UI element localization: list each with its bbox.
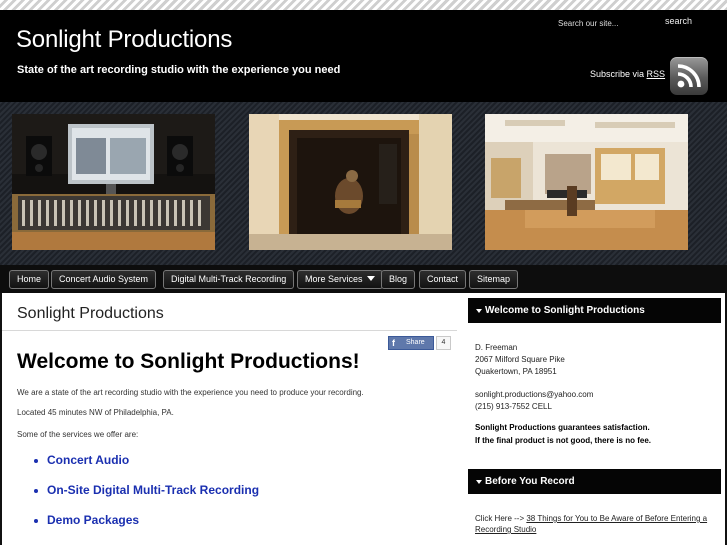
contact-name: D. Freeman [475,343,518,352]
nav-more-services[interactable]: More Services [297,270,383,289]
services-intro: Some of the services we offer are: [17,430,139,439]
triangle-down-icon [476,480,482,484]
page-title: Sonlight Productions [17,305,164,322]
nav-blog[interactable]: Blog [381,270,416,289]
photo-vocal-booth [249,114,452,250]
service-link-concert-audio[interactable]: Concert Audio [32,453,259,483]
nav-contact[interactable]: Contact [419,270,467,289]
guarantee-line-2: If the final product is not good, there … [475,436,652,445]
contact-phone: (215) 913-7552 CELL [475,402,552,411]
photo-live-room [485,114,688,250]
share-label: Share [406,339,425,346]
sidebar-heading-before-you-record[interactable]: Before You Record [468,469,721,494]
photo-banner [0,102,727,265]
service-link-on-site-recording[interactable]: On-Site Digital Multi-Track Recording [32,483,259,513]
subscribe-prefix: Subscribe via [590,69,645,79]
facebook-share[interactable]: f Share 4 [388,336,451,350]
triangle-down-icon [476,309,482,313]
main-nav: Home Concert Audio System Digital Multi-… [0,265,727,293]
contact-email[interactable]: sonlight.productions@yahoo.com [475,389,593,400]
nav-digital-multi-track-recording[interactable]: Digital Multi-Track Recording [163,270,295,289]
content-area: Sonlight Productions f Share 4 Welcome t… [2,293,725,545]
photo-control-room [12,114,215,250]
facebook-share-button[interactable]: f Share [388,336,434,350]
rss-icon[interactable] [670,57,708,95]
sidebar-heading-before-label: Before You Record [485,476,575,487]
facebook-icon: f [392,338,395,348]
intro-paragraph: We are a state of the art recording stud… [17,388,364,397]
nav-concert-audio-system[interactable]: Concert Audio System [51,270,157,289]
top-stripe [0,0,727,10]
search-button[interactable]: search [665,16,692,26]
sidebar-heading-welcome[interactable]: Welcome to Sonlight Productions [468,298,721,323]
welcome-heading: Welcome to Sonlight Productions! [17,350,360,373]
location-paragraph: Located 45 minutes NW of Philadelphia, P… [17,408,174,417]
site-tagline: State of the art recording studio with t… [17,64,341,76]
site-header: Sonlight Productions State of the art re… [0,10,727,102]
service-link-demo-packages[interactable]: Demo Packages [32,513,259,543]
nav-home[interactable]: Home [9,270,50,289]
chevron-down-icon [366,276,375,281]
contact-city: Quakertown, PA 18951 [475,367,557,376]
nav-sitemap[interactable]: Sitemap [469,270,519,289]
before-you-record-text: Click Here --> 38 Things for You to Be A… [475,513,715,535]
sidebar-heading-welcome-label: Welcome to Sonlight Productions [485,305,645,316]
search-input[interactable] [552,15,662,31]
share-count: 4 [436,336,451,350]
contact-street: 2067 Milford Square Pike [475,355,565,364]
guarantee-line-1: Sonlight Productions guarantees satisfac… [475,423,650,432]
heading-divider [2,330,457,331]
rss-link[interactable]: RSS [647,69,666,79]
services-list: Concert Audio On-Site Digital Multi-Trac… [32,453,259,543]
nav-more-services-label: More Services [305,274,363,284]
click-here-prefix: Click Here --> [475,514,525,523]
site-title[interactable]: Sonlight Productions [16,26,232,54]
subscribe-text: Subscribe via RSS [590,69,665,79]
